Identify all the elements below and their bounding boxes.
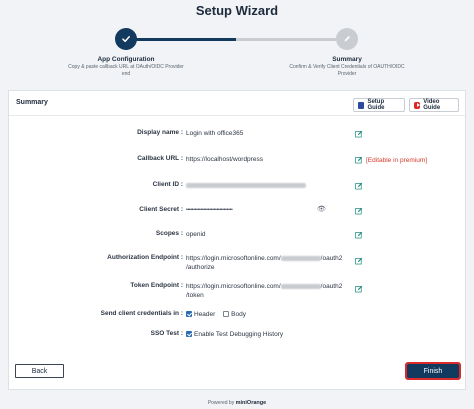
finish-button[interactable]: Finish	[405, 362, 461, 380]
debug-history-label: Enable Test Debugging History	[194, 331, 284, 338]
body-option-label: Body	[231, 311, 246, 318]
checkmark-icon	[122, 36, 130, 43]
debug-history-checkbox[interactable]	[186, 331, 192, 338]
document-icon	[358, 101, 365, 109]
setup-guide-button[interactable]: Setup Guide	[353, 98, 405, 112]
step-remaining-line	[236, 38, 336, 41]
step-1-title: App Configuration	[97, 56, 155, 63]
step-2-text: Summary Confirm & Verify Client Credenti…	[257, 56, 437, 78]
display-name-label: Display name :	[137, 129, 183, 136]
header-checkbox[interactable]	[186, 311, 192, 318]
premium-note: [Editable in premium]	[366, 157, 428, 164]
body-checkbox[interactable]	[223, 311, 230, 318]
sso-test-option[interactable]: Enable Test Debugging History	[186, 330, 283, 339]
step-1-circle	[115, 28, 137, 50]
client-secret-label: Client Secret :	[139, 206, 183, 213]
step-2-title: Summary	[332, 56, 362, 63]
video-guide-label: Video Guide	[423, 99, 441, 111]
back-button[interactable]: Back	[15, 364, 64, 378]
sso-test-label: SSO Test :	[150, 330, 183, 337]
callback-url-label: Callback URL :	[137, 155, 183, 162]
step-progress-line	[136, 38, 236, 41]
step-2-circle	[336, 28, 358, 50]
edit-scopes-icon[interactable]	[355, 231, 363, 239]
brand-logo-text: miniOrange	[235, 400, 267, 406]
pencil-icon	[344, 36, 350, 42]
edit-callback-url-icon[interactable]	[355, 156, 363, 164]
edit-client-id-icon[interactable]	[355, 182, 363, 190]
callback-url-value: https://localhost/wordpress	[186, 156, 263, 163]
body-option[interactable]: Body	[223, 311, 246, 318]
authorization-endpoint-value: https://login.microsoftonline.com//oauth…	[186, 255, 343, 272]
token-endpoint-value: https://login.microsoftonline.com//oauth…	[186, 283, 343, 300]
header-option-label: Header	[194, 311, 216, 318]
client-id-value	[186, 181, 306, 190]
client-secret-value: ••••••••••••••••••••••••••••••••	[186, 207, 233, 213]
scopes-label: Scopes :	[155, 230, 183, 237]
wizard-steps: App Configuration Copy & paste callback …	[0, 28, 474, 83]
client-id-label: Client ID :	[152, 181, 183, 188]
token-endpoint-label: Token Endpoint :	[130, 282, 183, 289]
send-credentials-options: Header Body	[186, 310, 252, 319]
send-credentials-label: Send client credentials in :	[100, 310, 183, 317]
step-2-desc: Confirm & Verify Client Credentials of O…	[289, 64, 405, 77]
edit-client-secret-icon[interactable]	[355, 207, 363, 215]
powered-by-text: Powered by	[207, 400, 235, 406]
scopes-value: openid	[186, 231, 206, 238]
footer: Powered by miniOrange	[0, 400, 474, 406]
authorization-endpoint-label: Authorization Endpoint :	[107, 254, 183, 261]
summary-card: Summary Setup Guide Video Guide Display …	[8, 90, 466, 390]
edit-display-name-icon[interactable]	[355, 130, 363, 138]
video-guide-button[interactable]: Video Guide	[409, 98, 459, 112]
step-1-text: App Configuration Copy & paste callback …	[36, 56, 216, 78]
edit-token-endpoint-icon[interactable]	[355, 285, 363, 293]
page-title: Setup Wizard	[195, 3, 279, 18]
eye-icon[interactable]: 👁︎	[317, 205, 326, 213]
setup-guide-label: Setup Guide	[367, 99, 385, 111]
card-header: Summary Setup Guide Video Guide	[9, 96, 465, 116]
edit-authorization-endpoint-icon[interactable]	[355, 257, 363, 265]
step-1-desc: Copy & paste callback URL at OAuth/OIDC …	[68, 64, 184, 77]
youtube-icon	[414, 101, 421, 109]
display-name-value: Login with office365	[186, 130, 244, 137]
header-option[interactable]: Header	[186, 311, 215, 318]
card-title: Summary	[16, 99, 48, 106]
